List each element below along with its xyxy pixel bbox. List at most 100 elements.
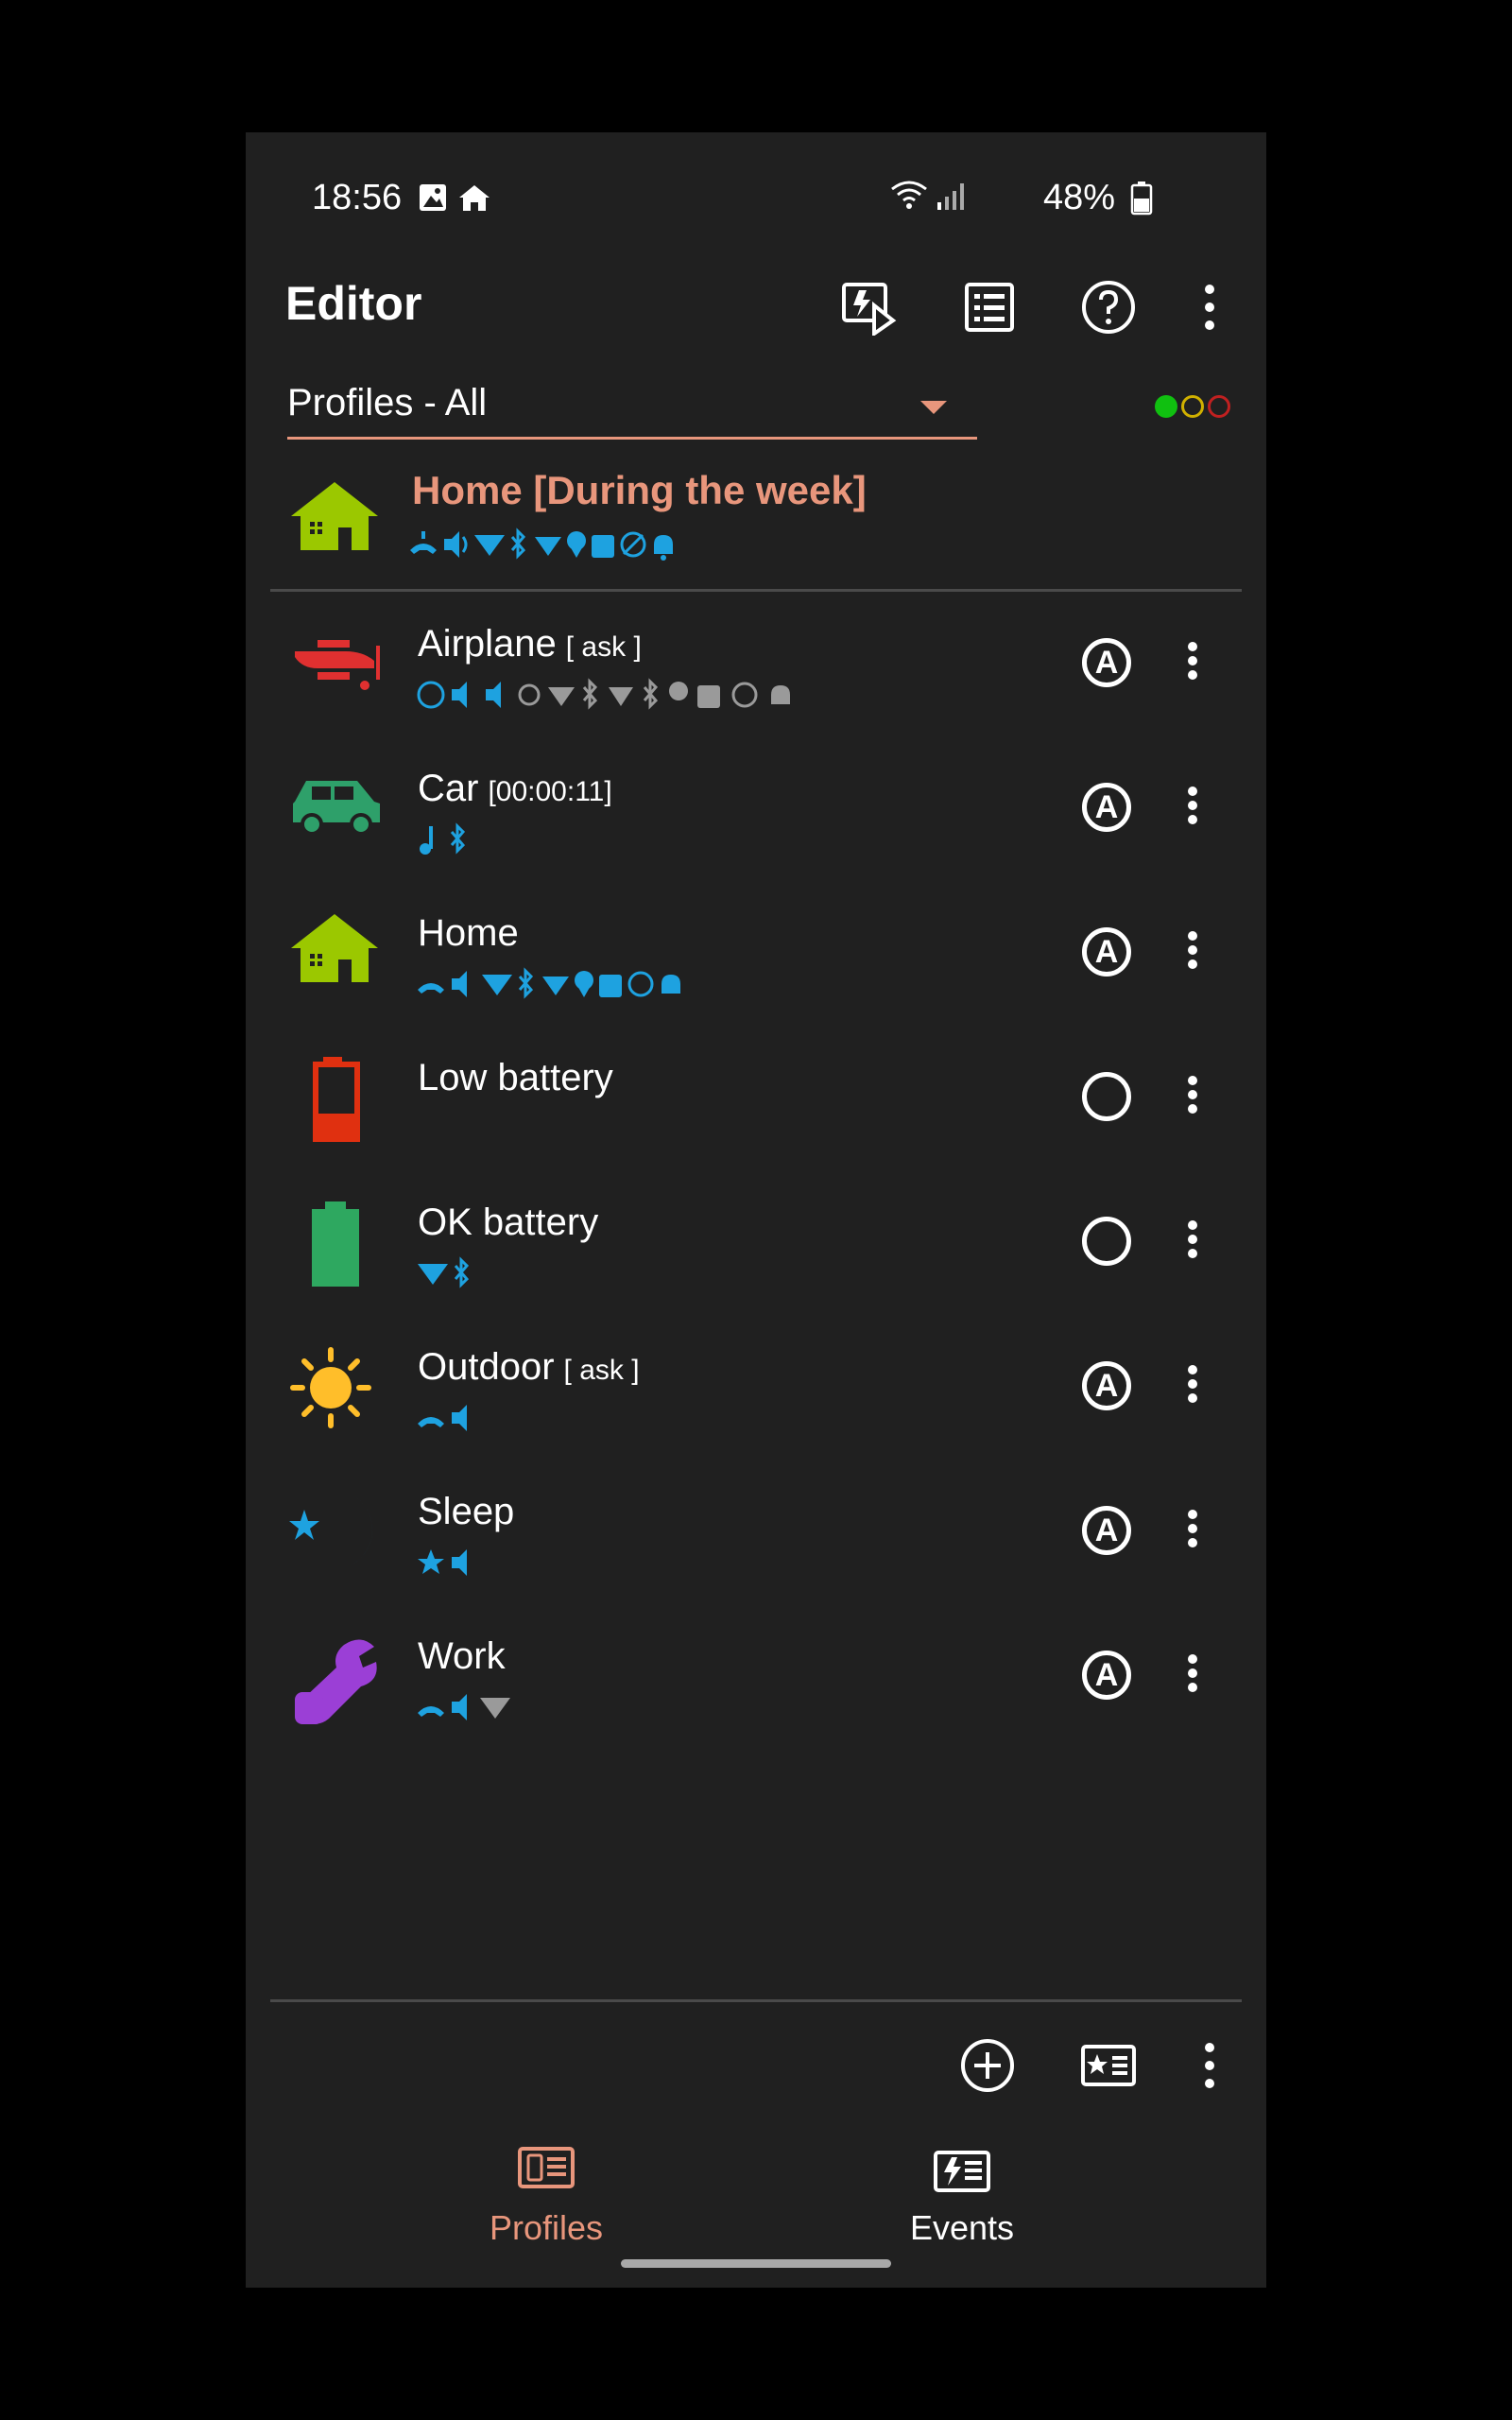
help-icon <box>1082 281 1135 334</box>
profile-tag: [ ask ] <box>563 1355 640 1386</box>
profile-settings-icons <box>414 678 839 712</box>
volume-icon <box>486 682 501 708</box>
profile-card-button[interactable] <box>1075 2032 1142 2099</box>
wifi-signal-icon <box>888 176 973 218</box>
nfc-icon <box>592 535 614 558</box>
mute-icon <box>452 682 467 708</box>
profile-name: Sleep <box>418 1491 515 1532</box>
location-icon <box>567 531 586 558</box>
profile-row-car[interactable]: Car [00:00:11] A <box>246 756 1266 901</box>
profile-settings-icons <box>414 822 490 856</box>
status-dot-green <box>1155 395 1177 418</box>
profile-row-airplane[interactable]: Airplane[ ask ] A <box>246 612 1266 756</box>
profile-row-work[interactable]: Work A <box>246 1624 1266 1769</box>
status-dot-red <box>1208 395 1230 418</box>
profile-name: Home <box>418 912 519 954</box>
status-time: 18:56 <box>312 178 403 217</box>
battery-full-icon <box>289 1201 384 1296</box>
profile-menu-button[interactable] <box>1181 783 1204 836</box>
activate-profile-icon <box>842 283 897 336</box>
car-icon <box>289 768 384 862</box>
wifi-icon <box>474 535 505 556</box>
rotation-icon <box>620 531 646 558</box>
vibrate-ring-icon <box>418 1417 444 1427</box>
profile-settings-icons <box>414 967 735 1001</box>
profile-settings-icons <box>414 1256 490 1290</box>
profile-menu-button[interactable] <box>1181 927 1204 980</box>
filter-selected-value: Profiles - All <box>287 382 488 424</box>
activate-profile-button[interactable] <box>835 274 902 340</box>
profile-name: Low battery <box>418 1057 613 1098</box>
profile-menu-button[interactable] <box>1181 1217 1204 1270</box>
profile-tag: [00:00:11] <box>488 776 612 807</box>
battery-low-icon <box>289 1057 384 1151</box>
bluetooth-icon <box>450 822 466 855</box>
app-screen: 18:56 48% Editor Profiles - All Home [Du… <box>246 132 1266 2288</box>
profile-menu-button[interactable] <box>1181 1506 1204 1559</box>
sync-icon <box>518 683 541 706</box>
nav-tab-profiles[interactable]: Profiles <box>442 2136 650 2250</box>
divider <box>270 1999 1242 2002</box>
profile-row-ok-battery[interactable]: OK battery <box>246 1190 1266 1335</box>
profile-activation-state[interactable] <box>1082 1072 1131 1121</box>
bluetooth-icon <box>454 1256 470 1288</box>
status-notification-icons <box>416 182 501 218</box>
alarm-icon <box>417 681 445 709</box>
volume-icon <box>452 1549 467 1576</box>
wifi-icon <box>418 1264 448 1285</box>
house-icon <box>289 912 384 1007</box>
nav-tab-events[interactable]: Events <box>858 2136 1066 2250</box>
profile-row-low-battery[interactable]: Low battery <box>246 1046 1266 1190</box>
event-list-button[interactable] <box>956 274 1022 340</box>
battery-percent: 48% <box>1042 178 1115 217</box>
profile-activation-state[interactable]: A <box>1082 1506 1131 1555</box>
profile-filter-dropdown[interactable]: Profiles - All <box>287 380 977 440</box>
profiles-tab-icon <box>518 2147 575 2188</box>
profile-name: Work <box>418 1635 506 1677</box>
volume-icon <box>444 531 468 558</box>
airplane-icon <box>289 623 384 717</box>
profile-menu-button[interactable] <box>1181 638 1204 691</box>
profile-row-sleep[interactable]: Sleep A <box>246 1479 1266 1624</box>
profile-tag: [ ask ] <box>565 631 642 663</box>
profile-activation-state[interactable] <box>1082 1217 1131 1266</box>
profile-activation-state[interactable]: A <box>1082 1651 1131 1700</box>
divider <box>270 589 1242 592</box>
home-indicator[interactable] <box>621 2259 891 2268</box>
profile-name: OK battery <box>418 1201 599 1243</box>
page-title: Editor <box>285 277 422 330</box>
add-profile-icon <box>961 2039 1014 2092</box>
dropdown-arrow-icon <box>920 401 947 414</box>
event-list-icon <box>965 283 1014 332</box>
status-dot-yellow <box>1181 395 1204 418</box>
battery-status-icon <box>1130 182 1153 220</box>
add-profile-button[interactable] <box>954 2032 1021 2099</box>
profile-row-outdoor[interactable]: Outdoor [ ask ] A <box>246 1335 1266 1479</box>
profile-row-home[interactable]: Home A <box>246 901 1266 1046</box>
volume-icon <box>452 1405 467 1431</box>
profile-card-icon <box>1081 2045 1136 2086</box>
vibrate-ring-icon <box>410 531 437 554</box>
help-button[interactable] <box>1075 274 1142 340</box>
profile-activation-state[interactable]: A <box>1082 783 1131 832</box>
bluetooth-off-icon <box>582 678 598 710</box>
sun-icon <box>289 1346 384 1441</box>
image-icon <box>420 184 446 211</box>
notification-icon <box>654 535 673 561</box>
bottom-overflow-menu-button[interactable] <box>1191 2032 1228 2099</box>
bluetooth-icon <box>510 527 526 560</box>
star-icon <box>418 1549 444 1574</box>
profile-settings-icons <box>414 1690 527 1724</box>
event-status-indicator <box>1151 395 1230 418</box>
profile-activation-state[interactable]: A <box>1082 1361 1131 1410</box>
profile-menu-button[interactable] <box>1181 1651 1204 1703</box>
profile-name: Car <box>418 768 479 809</box>
profile-menu-button[interactable] <box>1181 1072 1204 1125</box>
profile-activation-state[interactable]: A <box>1082 927 1131 977</box>
profile-menu-button[interactable] <box>1181 1361 1204 1414</box>
active-profile-title: Home [During the week] <box>412 468 867 512</box>
overflow-menu-button[interactable] <box>1191 274 1228 340</box>
profile-activation-state[interactable]: A <box>1082 638 1131 687</box>
active-profile-settings-icons <box>406 527 728 566</box>
nav-tab-events-label: Events <box>909 2208 1015 2247</box>
